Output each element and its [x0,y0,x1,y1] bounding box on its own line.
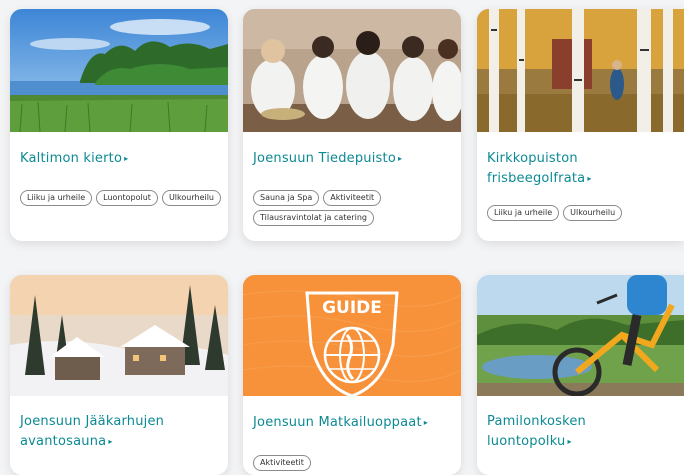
chevron-right-icon: ▸ [587,174,592,183]
result-card-kirkkopuisto[interactable]: Kirkkopuiston frisbeegolfrata ▸ Liiku ja u… [477,9,684,241]
card-image-guide-logo: GUIDE [243,275,461,396]
card-title[interactable]: Pamilonkosken luontopolku ▸ [487,412,676,452]
results-grid: Kaltimon kierto ▸ Liiku ja urheile Luonto… [0,0,684,475]
tag[interactable]: Sauna ja Spa [253,190,320,206]
tag[interactable]: Ulkourheilu [161,190,221,206]
tag[interactable]: Ulkourheilu [563,205,623,221]
card-image-spa [243,9,461,132]
result-card-matkailuoppaat[interactable]: GUIDE Joensuun Matkailuoppaat ▸ Aktivitee… [243,275,461,475]
result-card-pamilonkoski[interactable]: Pamilonkosken luontopolku ▸ [477,275,684,475]
card-title[interactable]: Kirkkopuiston frisbeegolfrata ▸ [487,149,676,189]
card-title[interactable]: Joensuun Jääkarhujen avantosauna ▸ [20,412,220,452]
tag[interactable]: Aktiviteetit [253,455,311,471]
result-card-kaltimon-kierto[interactable]: Kaltimon kierto ▸ Liiku ja urheile Luonto… [10,9,228,241]
result-card-tiedepuisto[interactable]: Joensuun Tiedepuisto ▸ Sauna ja Spa Aktiv… [243,9,461,241]
chevron-right-icon: ▸ [423,418,428,427]
card-image-lake [10,9,228,132]
tag[interactable]: Liiku ja urheile [487,205,560,221]
tag-list: Liiku ja urheile Ulkourheilu [487,205,678,221]
card-title[interactable]: Joensuun Matkailuoppaat ▸ [253,413,453,433]
card-image-winter-sauna [10,275,228,396]
chevron-right-icon: ▸ [108,437,113,446]
chevron-right-icon: ▸ [397,154,403,163]
tag[interactable]: Aktiviteetit [323,190,382,206]
tag-list: Aktiviteetit [253,455,455,471]
result-card-jaakarhujen-avantosauna[interactable]: Joensuun Jääkarhujen avantosauna ▸ [10,275,228,475]
chevron-right-icon: ▸ [124,154,129,163]
card-title[interactable]: Kaltimon kierto ▸ [20,149,220,169]
tag[interactable]: Liiku ja urheile [20,190,93,206]
tag[interactable]: Tilausravintolat ja catering [253,210,374,226]
card-image-mountain-bike [477,275,684,396]
tag-list: Sauna ja Spa Aktiviteetit Tilausravintol… [253,190,455,226]
card-title[interactable]: Joensuun Tiedepuisto ▸ [253,149,453,169]
guide-logo-text: GUIDE [322,298,382,318]
tag-list: Liiku ja urheile Luontopolut Ulkourheilu [20,190,222,206]
card-image-birch-park [477,9,684,132]
tag[interactable]: Luontopolut [96,190,158,206]
chevron-right-icon: ▸ [567,437,572,446]
